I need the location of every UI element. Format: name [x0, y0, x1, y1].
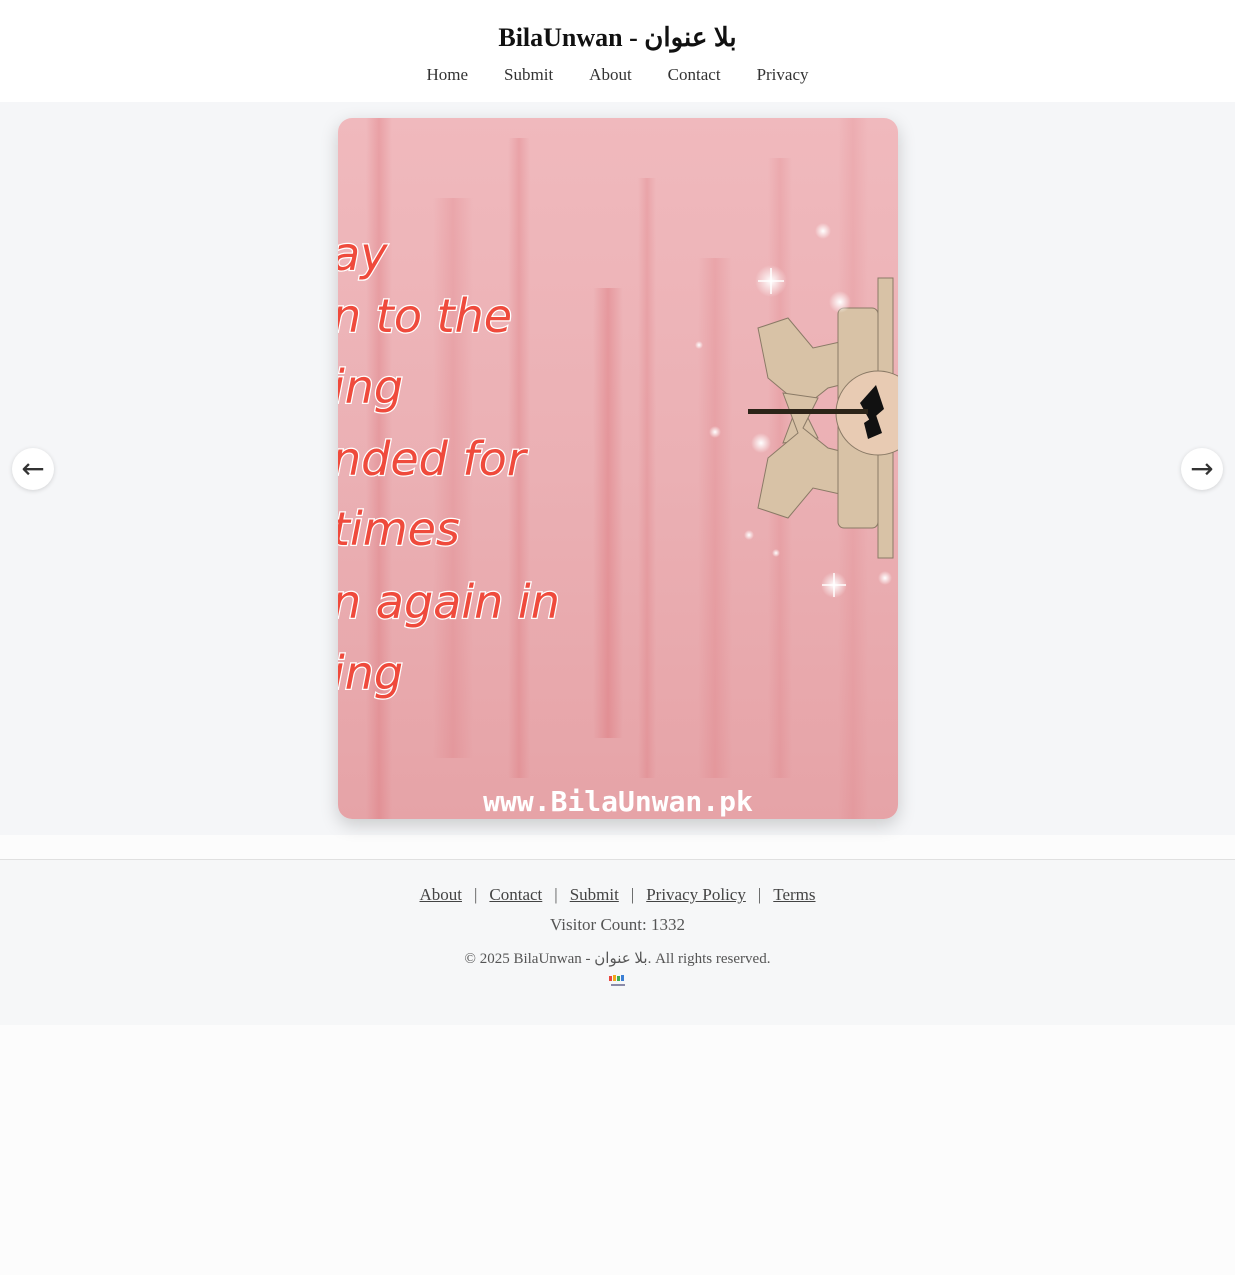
image-slider: ← y n to the ing nded for times n again …: [0, 102, 1235, 835]
spacer: [0, 835, 1235, 859]
nav-contact[interactable]: Contact: [650, 63, 739, 87]
svg-text:ing: ing: [338, 646, 403, 700]
visitor-count: Visitor Count: 1332: [550, 915, 685, 934]
footer-link-privacy-policy[interactable]: Privacy Policy: [646, 885, 746, 904]
footer-separator: |: [757, 885, 762, 904]
svg-text:nded for: nded for: [338, 432, 529, 486]
nav-privacy[interactable]: Privacy: [739, 63, 827, 87]
svg-text:ing: ing: [338, 360, 403, 414]
site-header: BilaUnwan - بلا عنوان Home Submit About …: [0, 0, 1235, 102]
footer-link-submit[interactable]: Submit: [570, 885, 619, 904]
nav-about[interactable]: About: [571, 63, 650, 87]
footer-link-about[interactable]: About: [419, 885, 462, 904]
arrow-right-icon: →: [1190, 452, 1214, 485]
footer-links: About | Contact | Submit | Privacy Policy | Term…: [0, 885, 1235, 905]
footer-separator: |: [630, 885, 635, 904]
site-footer: About | Contact | Submit | Privacy Policy | Term…: [0, 859, 1235, 1025]
footer-link-terms[interactable]: Terms: [773, 885, 815, 904]
svg-text:n to the: n to the: [338, 289, 512, 343]
prev-slide-button[interactable]: ←: [12, 448, 54, 490]
nav-home[interactable]: Home: [409, 63, 487, 87]
footer-separator: |: [554, 885, 558, 904]
footer-link-contact[interactable]: Contact: [489, 885, 542, 904]
arrow-left-icon: ←: [21, 452, 45, 485]
slide-image[interactable]: ay n to the ing nded for times n again i…: [338, 118, 898, 819]
svg-text:times: times: [338, 502, 460, 556]
nav-submit[interactable]: Submit: [486, 63, 571, 87]
svg-text:ay: ay: [338, 227, 388, 281]
watermark-text: www.BilaUnwan.pk: [483, 785, 753, 818]
svg-text:n again in: n again in: [338, 575, 560, 629]
copyright-text: © 2025 BilaUnwan - بلا عنوان. All rights…: [464, 951, 771, 967]
site-title[interactable]: BilaUnwan - بلا عنوان: [0, 22, 1235, 54]
next-slide-button[interactable]: →: [1181, 448, 1223, 490]
main-nav: Home Submit About Contact Privacy: [0, 63, 1235, 87]
footer-separator: |: [473, 885, 478, 904]
site-logo[interactable]: [608, 974, 628, 990]
